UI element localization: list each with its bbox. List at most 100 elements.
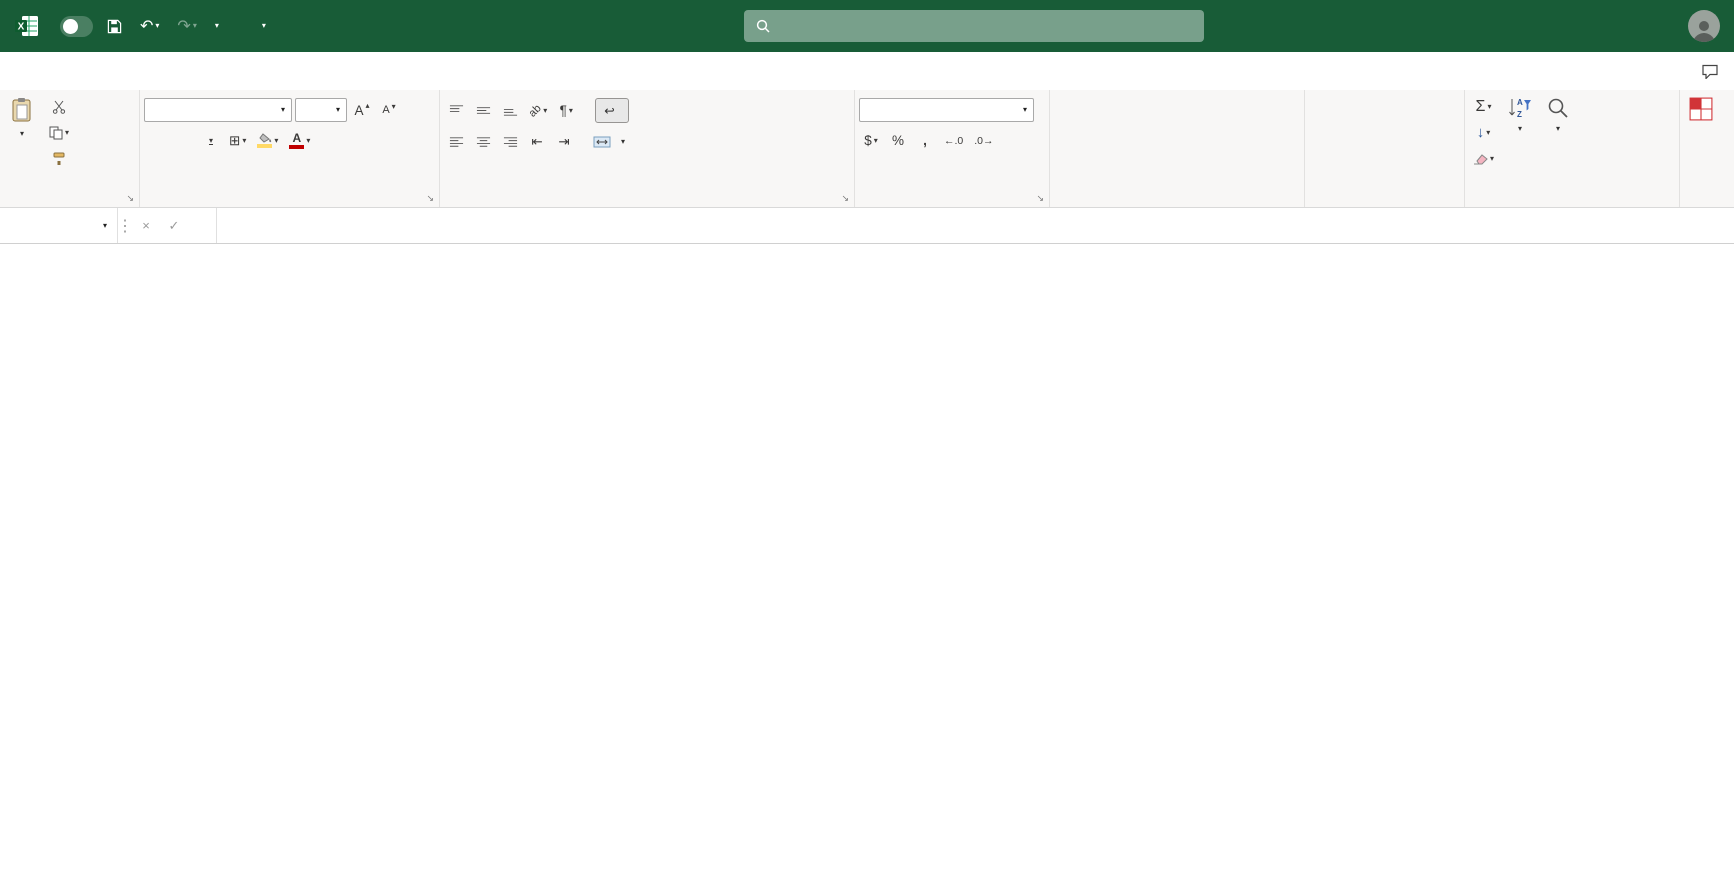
fill-button[interactable]: ↓ ▾	[1469, 121, 1498, 144]
find-select-button[interactable]: ▾	[1542, 93, 1574, 137]
ribbon-group-font: ▾ ▾ A ▴ A ▾ ▾ ⊞ ▾ ▾ A ▾ ↘	[140, 90, 440, 207]
ribbon-group-clipboard: ▾ ▾ ↘	[0, 90, 140, 207]
save-button[interactable]	[103, 15, 126, 38]
align-left-button[interactable]	[444, 131, 468, 154]
excel-icon[interactable]: X	[12, 11, 42, 41]
confirm-entry-button[interactable]: ✓	[160, 208, 188, 243]
insert-function-button[interactable]	[188, 208, 216, 243]
quick-access-overflow-button[interactable]: ▾	[211, 18, 223, 34]
format-painter-icon	[53, 152, 65, 165]
sheet-area	[0, 244, 1734, 896]
title-chevron-icon: ▾	[261, 21, 266, 30]
font-size-select[interactable]: ▾	[295, 98, 347, 122]
decrease-font-size-button[interactable]: A ▾	[377, 99, 401, 122]
ribbon-group-alignment: ab ▾ ¶ ▾ ↩ ⇤ ⇥ ▾ ↘	[440, 90, 855, 207]
comma-icon: ,	[923, 133, 927, 148]
ribbon-group-addins	[1680, 90, 1734, 207]
align-right-button[interactable]	[498, 131, 522, 154]
paste-button[interactable]: ▾	[4, 93, 40, 142]
save-icon	[107, 19, 122, 33]
percent-style-button[interactable]: %	[886, 129, 910, 152]
undo-button[interactable]: ↶ ▾	[136, 12, 163, 40]
comma-style-button[interactable]: ,	[913, 129, 937, 152]
align-center-icon	[476, 136, 490, 147]
person-icon	[1693, 21, 1715, 42]
underline-button[interactable]: ▾	[198, 129, 222, 152]
wrap-text-icon: ↩	[604, 104, 615, 118]
number-format-select[interactable]: ▾	[859, 98, 1034, 122]
excel-logo-icon: X	[15, 16, 38, 36]
copy-button[interactable]: ▾	[45, 121, 73, 144]
italic-button[interactable]	[171, 129, 195, 152]
clear-button[interactable]: ▾	[1469, 147, 1498, 170]
align-left-icon	[449, 136, 463, 147]
font-color-button[interactable]: A ▾	[285, 129, 314, 152]
top-align-button[interactable]	[444, 99, 468, 122]
paragraph-icon: ¶	[559, 103, 567, 118]
text-direction-button[interactable]: ¶ ▾	[554, 99, 578, 122]
wrap-text-button[interactable]: ↩	[595, 98, 629, 123]
paste-chevron-icon: ▾	[19, 129, 24, 138]
middle-align-button[interactable]	[471, 99, 495, 122]
increase-decimal-button[interactable]: ←.0	[940, 129, 967, 152]
orientation-button[interactable]: ab ▾	[525, 99, 551, 122]
addins-button[interactable]	[1684, 93, 1718, 128]
autosum-button[interactable]: Σ ▾	[1469, 95, 1498, 118]
clipboard-dialog-launcher[interactable]: ↘	[126, 194, 134, 203]
accounting-format-button[interactable]: $ ▾	[859, 129, 883, 152]
alignment-dialog-launcher[interactable]: ↘	[841, 194, 849, 203]
svg-text:A: A	[1517, 98, 1523, 107]
fill-color-icon	[257, 133, 273, 148]
comments-button[interactable]	[1698, 52, 1728, 90]
cut-button[interactable]	[45, 95, 73, 118]
bottom-align-button[interactable]	[498, 99, 522, 122]
avatar[interactable]	[1688, 10, 1720, 42]
cancel-entry-button[interactable]: ×	[132, 208, 160, 243]
bold-button[interactable]	[144, 129, 168, 152]
scissors-icon	[52, 100, 66, 114]
merge-center-button[interactable]: ▾	[593, 130, 625, 154]
top-align-icon	[449, 105, 463, 112]
name-box-splitter[interactable]: ⋮	[117, 208, 133, 243]
ribbon-tab-bar	[0, 52, 1734, 90]
fill-color-button[interactable]: ▾	[253, 129, 282, 152]
font-family-select[interactable]: ▾	[144, 98, 292, 122]
svg-text:Z: Z	[1517, 110, 1522, 119]
search-box[interactable]	[744, 10, 1204, 42]
percent-icon: %	[891, 133, 904, 148]
undo-icon: ↶	[140, 18, 154, 35]
increase-indent-icon: ⇥	[558, 134, 570, 149]
ribbon-group-editing: Σ ▾ ↓ ▾ ▾ AZ ▾ ▾	[1465, 90, 1680, 207]
increase-indent-button[interactable]: ⇥	[552, 131, 576, 154]
decrease-decimal-button[interactable]: .0→	[970, 129, 997, 152]
sort-filter-button[interactable]: AZ ▾	[1503, 93, 1537, 137]
bottom-align-icon	[503, 109, 517, 116]
autosave-toggle[interactable]	[60, 15, 93, 37]
redo-button[interactable]: ↷ ▾	[173, 12, 200, 40]
number-dialog-launcher[interactable]: ↘	[1036, 194, 1044, 203]
check-icon: ✓	[168, 217, 180, 233]
svg-text:X: X	[18, 22, 25, 33]
sort-filter-icon: AZ	[1509, 98, 1532, 119]
chevron-down-icon: ▾	[214, 21, 219, 30]
excel-window: X ↶ ▾ ↷ ▾ ▾ ▾ ▾ ▾ ↘ ▾ ▾ A ▴ A ▾ ▾ ⊞ ▾ ▾ …	[0, 0, 1734, 896]
format-painter-button[interactable]	[45, 147, 73, 170]
styles-buttons	[1054, 93, 1300, 188]
merge-center-icon	[593, 136, 611, 148]
name-box[interactable]: ▾	[0, 208, 118, 243]
increase-font-size-button[interactable]: A ▴	[350, 99, 374, 122]
align-center-button[interactable]	[471, 131, 495, 154]
magnifier-icon	[1548, 98, 1568, 118]
ribbon-group-styles	[1050, 90, 1305, 207]
redo-icon: ↷	[177, 18, 191, 35]
comment-icon	[1702, 64, 1718, 79]
document-title[interactable]: ▾	[241, 22, 266, 30]
align-right-icon	[503, 136, 517, 147]
font-dialog-launcher[interactable]: ↘	[426, 194, 434, 203]
ribbon-group-cells	[1305, 90, 1465, 207]
formula-input[interactable]	[216, 208, 1734, 243]
copy-chevron-icon: ▾	[65, 127, 70, 137]
borders-button[interactable]: ⊞ ▾	[225, 129, 250, 152]
decrease-decimal-icon: .0→	[974, 134, 994, 147]
decrease-indent-button[interactable]: ⇤	[525, 131, 549, 154]
